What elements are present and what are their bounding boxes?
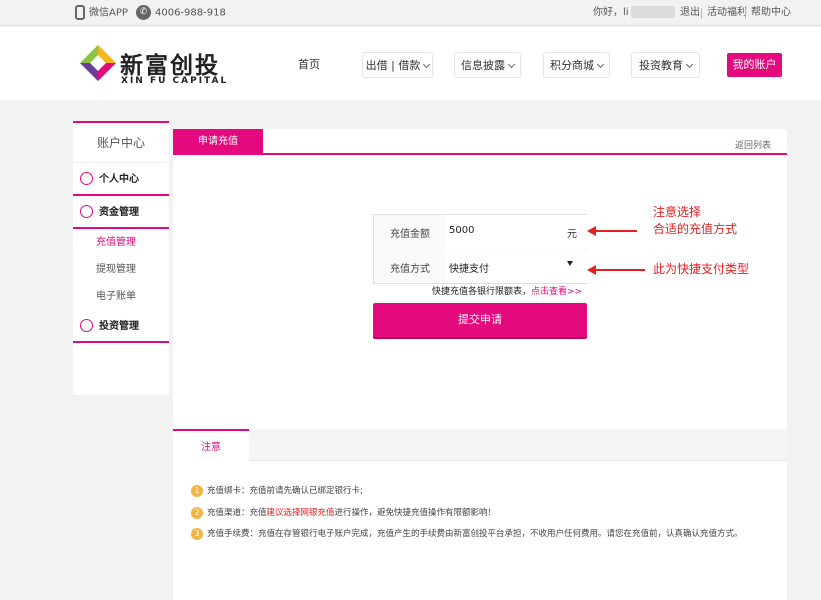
number-badge-icon: 1 [191, 484, 203, 497]
notice-tabbar: 注意 [173, 429, 787, 462]
chevron-down-icon [596, 60, 605, 69]
chevron-down-icon [423, 60, 431, 69]
username-redacted [630, 6, 675, 18]
tab-apply-recharge[interactable]: 申请充值 [173, 129, 263, 155]
chevron-down-icon [685, 60, 694, 69]
sidebar-item-personal[interactable]: 个人中心 [73, 163, 169, 196]
site-header: 新富创投 XIN FU CAPITAL 首页 出借 | 借款 信息披露 积分商城… [0, 27, 821, 100]
method-value: 快捷支付 [449, 264, 489, 275]
method-label: 充值方式 [390, 264, 430, 275]
sidebar-item-recharge[interactable]: 充值管理 [73, 229, 169, 256]
amount-label: 充值金额 [390, 229, 430, 240]
nav-education[interactable]: 投资教育 [631, 52, 700, 78]
back-to-list-link[interactable]: 返回列表 [735, 138, 771, 151]
nav-lend[interactable]: 出借 | 借款 [362, 52, 433, 78]
account-sidebar: 账户中心 个人中心 资金管理 充值管理 提现管理 电子账单 投资管理 [73, 121, 169, 395]
nav-mall[interactable]: 积分商城 [543, 52, 610, 78]
telephone-icon: ✆ [136, 5, 151, 20]
money-bag-icon [80, 205, 93, 218]
my-account-button[interactable]: 我的账户 [727, 53, 782, 77]
annotation-arrow-2 [587, 265, 645, 275]
sidebar-title: 账户中心 [73, 123, 169, 163]
number-badge-icon: 2 [191, 506, 203, 519]
submit-button[interactable]: 提交申请 [373, 303, 587, 337]
nav-disclosure[interactable]: 信息披露 [454, 52, 521, 78]
quick-limit-note: 快捷充值各银行限额表，点击查看>> [432, 287, 583, 297]
brand-name-en: XIN FU CAPITAL [121, 76, 229, 86]
notice-item-2: 2 充值渠道：充值建议选择网银充值进行操作，避免快捷充值操作有限额影响！ [191, 506, 496, 519]
panel-tabbar: 申请充值 返回列表 [173, 129, 787, 155]
user-icon [80, 172, 93, 185]
divider [745, 8, 746, 19]
annotation-quick-pay: 此为快捷支付类型 [653, 262, 750, 276]
method-row: 充值方式 快捷支付 [374, 250, 588, 284]
sidebar-item-invest[interactable]: 投资管理 [73, 310, 169, 343]
mobile-phone-icon [75, 5, 85, 20]
amount-input[interactable]: 5000 元 [445, 215, 587, 249]
hotline: ✆ 4006-988-918 [136, 5, 226, 21]
divider [701, 8, 702, 19]
investment-icon [80, 319, 93, 332]
annotation-choose-method: 注意选择 合适的充值方式 [653, 205, 738, 236]
number-badge-icon: 3 [191, 527, 203, 540]
top-utility-bar: 微信APP ✆ 4006-988-918 你好，li 退出 活动福利 帮助中心 [0, 0, 821, 26]
amount-unit: 元 [567, 229, 577, 240]
chevron-down-icon [507, 60, 516, 69]
recharge-panel: 申请充值 返回列表 充值金额 5000 元 充值方式 快捷支付 快捷充值各银行限… [173, 129, 787, 429]
wechat-app-link[interactable]: 微信APP [75, 5, 128, 21]
logout-link[interactable]: 退出 [680, 5, 700, 21]
sidebar-item-statement[interactable]: 电子账单 [73, 283, 169, 310]
help-center-link[interactable]: 帮助中心 [751, 5, 791, 21]
tab-notice[interactable]: 注意 [173, 429, 249, 462]
dropdown-caret-icon [567, 261, 573, 266]
amount-value: 5000 [449, 225, 475, 236]
brand-name-cn: 新富创投 [120, 53, 220, 79]
method-select[interactable]: 快捷支付 [445, 250, 587, 283]
annotation-arrow-1 [587, 226, 637, 236]
brand-logo-icon[interactable] [79, 44, 117, 82]
greeting: 你好，li [593, 5, 675, 21]
sidebar-item-funds[interactable]: 资金管理 [73, 196, 169, 229]
notice-panel: 注意 1 充值绑卡：充值前请先确认已绑定银行卡; 2 充值渠道：充值建议选择网银充值… [173, 429, 787, 600]
notice-item-1: 1 充值绑卡：充值前请先确认已绑定银行卡; [191, 484, 363, 497]
amount-row: 充值金额 5000 元 [374, 215, 588, 249]
notice-item-3: 3 充值手续费：充值在存管银行电子账户完成，充值产生的手续费由新富创投平台承担，不… [191, 527, 743, 540]
nav-home[interactable]: 首页 [293, 52, 325, 78]
limit-table-link[interactable]: 点击查看>> [531, 287, 582, 297]
sidebar-item-withdraw[interactable]: 提现管理 [73, 256, 169, 283]
activity-link[interactable]: 活动福利 [707, 5, 747, 21]
recharge-form: 充值金额 5000 元 充值方式 快捷支付 [373, 214, 587, 284]
